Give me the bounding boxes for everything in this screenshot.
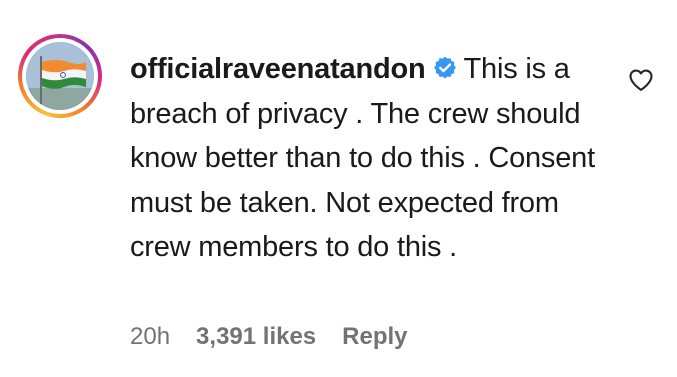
username-link[interactable]: officialraveenatandon	[130, 53, 426, 85]
comment-timestamp: 20h	[130, 323, 171, 350]
avatar[interactable]	[26, 42, 94, 110]
likes-count[interactable]: 3,391 likes	[196, 323, 316, 351]
avatar-story-ring[interactable]	[18, 34, 102, 118]
comment-meta: 20h 3,391 likes Reply	[130, 323, 408, 351]
comment-body: officialraveenatandon This is a breach o…	[130, 47, 600, 270]
heart-outline-icon[interactable]	[627, 66, 655, 94]
verified-badge-icon	[432, 55, 458, 81]
avatar-border	[22, 38, 98, 114]
reply-button[interactable]: Reply	[342, 323, 407, 351]
india-flag-avatar-icon	[26, 42, 94, 110]
